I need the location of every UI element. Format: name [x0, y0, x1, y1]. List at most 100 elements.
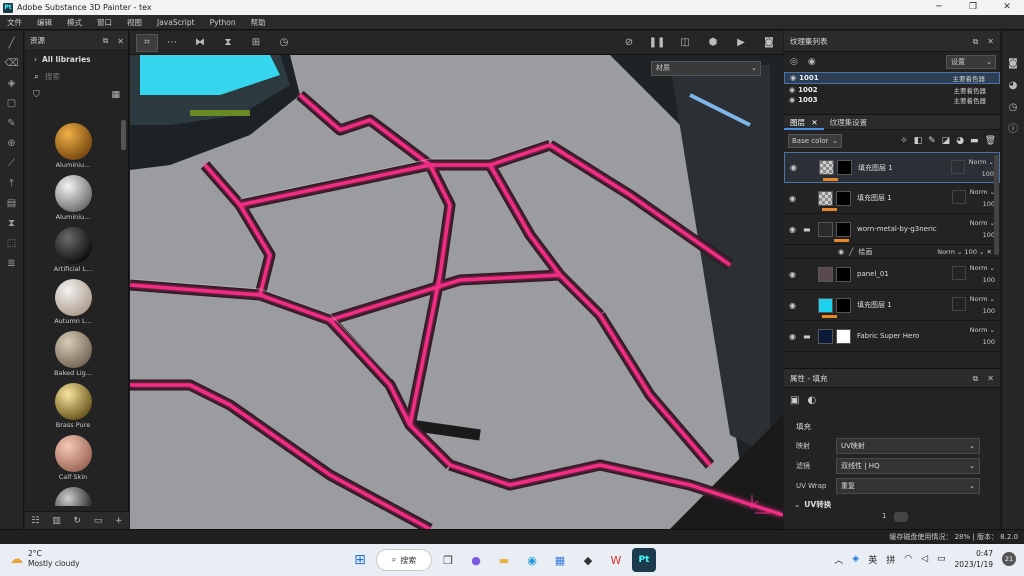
- mapping-dropdown[interactable]: UV映射 ⌄: [836, 438, 980, 454]
- texture-set-shader[interactable]: 主要着色器: [954, 85, 987, 95]
- layer-row[interactable]: ◉ 填充图层 1 Norm ⌄ 100: [784, 290, 1000, 321]
- history-icon[interactable]: ◷: [270, 37, 298, 48]
- menu-view[interactable]: 视图: [120, 17, 150, 28]
- layer-blend[interactable]: Norm ⌄ 100: [970, 217, 995, 241]
- material-thumbnail[interactable]: Brass Pure: [25, 380, 121, 432]
- filter-list-icon[interactable]: ☷: [31, 516, 39, 526]
- texture-set-shader[interactable]: 主要着色器: [954, 96, 987, 104]
- texture-set-shader[interactable]: 主要着色器: [953, 73, 986, 83]
- menu-help[interactable]: 帮助: [244, 17, 274, 28]
- maximize-button[interactable]: ❐: [956, 0, 990, 15]
- material-thumbnail[interactable]: [25, 484, 121, 506]
- paint-brush-icon[interactable]: ╱: [5, 37, 19, 51]
- material-thumbnail[interactable]: Aluminiu...: [25, 120, 121, 172]
- lock-icon[interactable]: [894, 512, 908, 522]
- library-list-icon[interactable]: ▥: [52, 516, 61, 526]
- close-panel-icon[interactable]: ✕: [117, 37, 124, 46]
- wps-icon[interactable]: W: [604, 548, 628, 572]
- folder-icon[interactable]: ▭: [94, 516, 103, 526]
- close-panel-icon[interactable]: ✕: [987, 374, 994, 383]
- tab-layers[interactable]: 图层 ✕: [784, 115, 824, 130]
- filter-icon[interactable]: ⛉: [33, 90, 40, 100]
- smudge-icon[interactable]: ✎: [5, 117, 19, 131]
- menu-javascript[interactable]: JavaScript: [150, 18, 203, 27]
- selection-icon[interactable]: ⌗: [136, 33, 158, 52]
- channel-dropdown[interactable]: Base color ⌄: [788, 134, 842, 148]
- material-thumbnail[interactable]: Artificial L...: [25, 224, 121, 276]
- layer-blend[interactable]: Norm ⌄ 100: [970, 186, 995, 210]
- minimize-button[interactable]: ─: [922, 0, 956, 15]
- pause-icon[interactable]: ❚❚: [643, 37, 671, 48]
- eye-icon[interactable]: ◉: [789, 225, 803, 234]
- chevron-up-icon[interactable]: ︿: [834, 553, 843, 566]
- tile-value[interactable]: 1: [882, 512, 886, 520]
- eye-icon[interactable]: ◉: [790, 163, 804, 172]
- library-selector[interactable]: › All libraries: [25, 51, 128, 68]
- add-icon[interactable]: +: [115, 516, 123, 526]
- assets-scrollbar[interactable]: [121, 120, 126, 150]
- fit-icon[interactable]: ⊞: [242, 37, 270, 48]
- asset-search-input[interactable]: [45, 72, 116, 81]
- mirror-icon[interactable]: ⧗: [214, 37, 242, 48]
- add-mask-icon[interactable]: ◧: [914, 136, 923, 146]
- geometry-mask-icon[interactable]: ▢: [5, 97, 19, 111]
- layer-row[interactable]: ◉ ▬ worn-metal-by-g3neric Norm ⌄ 100: [784, 214, 1000, 245]
- material-tab-icon[interactable]: ▣: [790, 395, 799, 406]
- hourglass-icon[interactable]: ⧗: [5, 217, 19, 231]
- history-icon[interactable]: ◷: [1006, 101, 1020, 115]
- ime-language[interactable]: 英: [868, 553, 877, 566]
- layer-mask-thumbnail[interactable]: [836, 328, 851, 344]
- layer-blend[interactable]: Norm ⌄ 100: [970, 293, 995, 317]
- add-smart-material-icon[interactable]: ◕: [956, 136, 964, 146]
- eye-icon[interactable]: ◉: [789, 86, 795, 94]
- eye-icon[interactable]: ◉: [790, 74, 796, 82]
- clone-stamp-icon[interactable]: ⊕: [5, 137, 19, 151]
- uv-transform-section[interactable]: ⌄ UV转换: [784, 496, 1000, 512]
- display-settings-icon[interactable]: ◕: [1006, 79, 1020, 93]
- layer-blend-box[interactable]: [951, 160, 965, 174]
- substance-painter-icon[interactable]: Pt: [632, 548, 656, 572]
- eye-icon[interactable]: ◉: [789, 332, 803, 341]
- menu-edit[interactable]: 编辑: [30, 17, 60, 28]
- projection-icon[interactable]: ◈: [5, 77, 19, 91]
- visibility-mode-icon[interactable]: ◎: [790, 57, 798, 67]
- alienware-icon[interactable]: ◆: [576, 548, 600, 572]
- sub-layer-row[interactable]: ◉ ╱ 绘画 Norm ⌄ 100 ⌄ ✕: [784, 245, 1000, 259]
- material-thumbnail[interactable]: Aluminiu...: [25, 172, 121, 224]
- cube-view-icon[interactable]: ⬢: [699, 37, 727, 48]
- wifi-icon[interactable]: ◠: [904, 554, 912, 564]
- layer-row[interactable]: ◉ ▬ Fabric Super Hero Norm ⌄ 100: [784, 321, 1000, 352]
- eye-icon[interactable]: ◉: [789, 270, 803, 279]
- battery-icon[interactable]: ▭: [937, 554, 946, 564]
- filter-dropdown[interactable]: 双线性 | HQ ⌄: [836, 458, 980, 474]
- eye-icon[interactable]: ◉: [789, 96, 795, 104]
- close-tab-icon[interactable]: ✕: [811, 118, 817, 127]
- menu-python[interactable]: Python: [203, 18, 244, 27]
- add-paint-layer-icon[interactable]: ✎: [928, 136, 936, 146]
- teams-icon[interactable]: ●: [464, 548, 488, 572]
- screenshot-icon[interactable]: ◙: [755, 37, 783, 48]
- stack-icon[interactable]: ≣: [5, 257, 19, 271]
- texture-set-icon[interactable]: ◙: [1006, 57, 1020, 71]
- assets-icon[interactable]: ⬚: [5, 237, 19, 251]
- ime-mode[interactable]: 拼: [886, 553, 895, 566]
- eye-icon[interactable]: ◉: [808, 57, 816, 67]
- layer-row[interactable]: ◉ panel_01 Norm ⌄ 100: [784, 259, 1000, 290]
- menu-mode[interactable]: 模式: [60, 17, 90, 28]
- layer-blend[interactable]: Norm ⌄ 100: [969, 156, 994, 180]
- hide-icon[interactable]: ⊘: [615, 37, 643, 48]
- video-camera-icon[interactable]: ▶: [727, 37, 755, 48]
- sub-layer-blend[interactable]: Norm ⌄ 100 ⌄ ✕: [937, 248, 992, 256]
- start-icon[interactable]: ⊞: [348, 548, 372, 572]
- layer-mask-thumbnail[interactable]: [836, 266, 851, 282]
- eye-icon[interactable]: ◉: [789, 194, 803, 203]
- layer-blend-box[interactable]: [952, 297, 966, 311]
- delete-layer-icon[interactable]: 🗑: [985, 136, 996, 146]
- eraser-icon[interactable]: ⌫: [5, 57, 19, 71]
- viewport-material-dropdown[interactable]: 材质 ⌄: [651, 61, 761, 76]
- texture-set-row[interactable]: ◉ 1003 主要着色器: [784, 96, 1000, 104]
- layer-row[interactable]: ◉ 填充图层 1 Norm ⌄ 100: [784, 183, 1000, 214]
- add-fill-layer-icon[interactable]: ◪: [942, 136, 951, 146]
- settings-dropdown[interactable]: 设置 ⌄: [946, 55, 996, 69]
- layer-row[interactable]: ◉ 填充图层 1 Norm ⌄ 100: [784, 152, 1000, 183]
